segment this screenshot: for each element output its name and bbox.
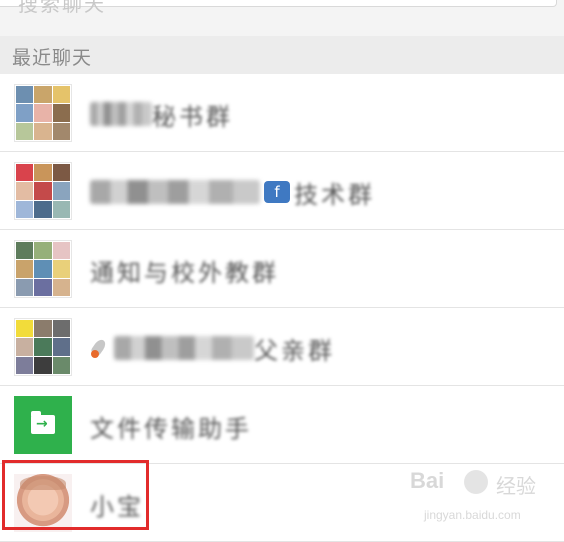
recent-chats-header: 最近聊天: [0, 36, 564, 74]
chat-name: f 技术群: [90, 174, 375, 210]
chat-item-group-4[interactable]: 父亲群: [0, 308, 564, 386]
watermark-url: jingyan.baidu.com: [424, 508, 521, 522]
group-avatar: [14, 240, 72, 298]
rocket-icon: [90, 337, 110, 359]
chat-name: 通知与校外教群: [90, 258, 279, 287]
paw-icon: [464, 470, 488, 494]
chat-item-group-1[interactable]: 秘书群: [0, 74, 564, 152]
group-avatar: [14, 84, 72, 142]
chat-item-file-transfer[interactable]: → 文件传输助手: [0, 386, 564, 464]
search-input[interactable]: 搜索聊天: [0, 0, 557, 16]
group-avatar: [14, 162, 72, 220]
chat-name: 文件传输助手: [90, 414, 252, 443]
group-avatar: [14, 318, 72, 376]
watermark-suffix: 经验: [496, 474, 536, 498]
file-transfer-avatar: →: [14, 396, 72, 454]
recent-chats-title: 最近聊天: [12, 47, 93, 69]
watermark-brand: Bai: [410, 468, 445, 493]
search-area: 搜索聊天: [0, 0, 564, 36]
selection-highlight-box: [2, 460, 149, 530]
chat-name: 秘书群: [90, 96, 233, 132]
group-badge: f: [264, 181, 290, 203]
chat-item-group-3[interactable]: 通知与校外教群: [0, 230, 564, 308]
watermark: Bai 经验 jingyan.baidu.com: [410, 468, 560, 532]
chat-item-group-2[interactable]: f 技术群: [0, 152, 564, 230]
search-placeholder: 搜索聊天: [18, 0, 106, 16]
folder-icon: →: [14, 396, 72, 454]
chat-name: 父亲群: [90, 330, 335, 366]
